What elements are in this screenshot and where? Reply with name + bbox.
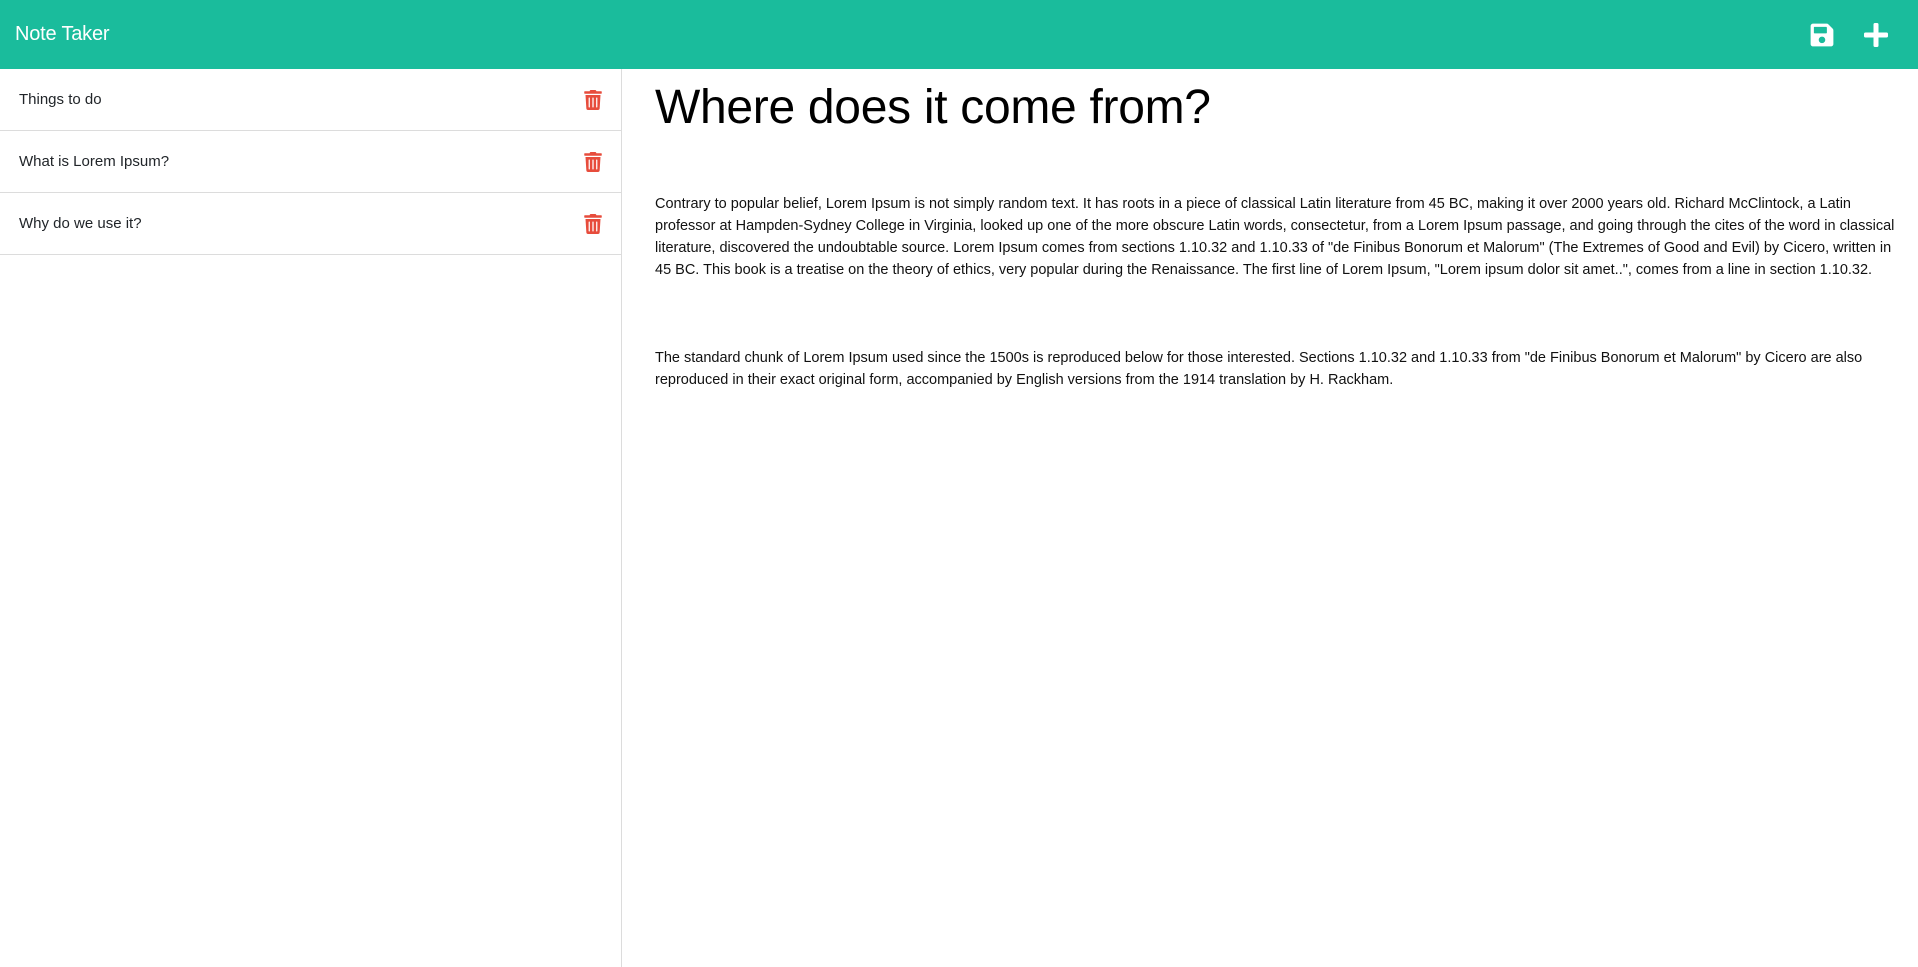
new-note-button[interactable] xyxy=(1863,22,1889,48)
delete-note-button[interactable] xyxy=(584,213,602,234)
note-list-item[interactable]: Things to do xyxy=(0,69,621,131)
note-list-item-title[interactable]: What is Lorem Ipsum? xyxy=(19,153,169,170)
delete-note-button[interactable] xyxy=(584,151,602,172)
note-title-input[interactable]: Where does it come from? xyxy=(655,79,1900,137)
save-icon xyxy=(1810,23,1834,46)
navbar: Note Taker xyxy=(0,0,1918,69)
note-text-paragraph[interactable]: The standard chunk of Lorem Ipsum used s… xyxy=(655,347,1900,391)
navbar-actions xyxy=(1809,22,1903,48)
trash-icon xyxy=(584,151,602,172)
note-list-item[interactable]: Why do we use it? xyxy=(0,193,621,255)
app-brand[interactable]: Note Taker xyxy=(15,23,110,46)
save-note-button[interactable] xyxy=(1809,22,1835,48)
note-list: Things to do What is Lorem Ipsum? Why do… xyxy=(0,69,622,967)
trash-icon xyxy=(584,89,602,110)
note-list-item-title[interactable]: Things to do xyxy=(19,91,102,108)
note-editor: Where does it come from? Contrary to pop… xyxy=(623,69,1918,967)
note-text-area[interactable]: Contrary to popular belief, Lorem Ipsum … xyxy=(655,149,1900,457)
note-list-item[interactable]: What is Lorem Ipsum? xyxy=(0,131,621,193)
note-text-paragraph[interactable]: Contrary to popular belief, Lorem Ipsum … xyxy=(655,193,1900,281)
delete-note-button[interactable] xyxy=(584,89,602,110)
trash-icon xyxy=(584,213,602,234)
note-list-item-title[interactable]: Why do we use it? xyxy=(19,215,142,232)
plus-icon xyxy=(1864,22,1888,47)
